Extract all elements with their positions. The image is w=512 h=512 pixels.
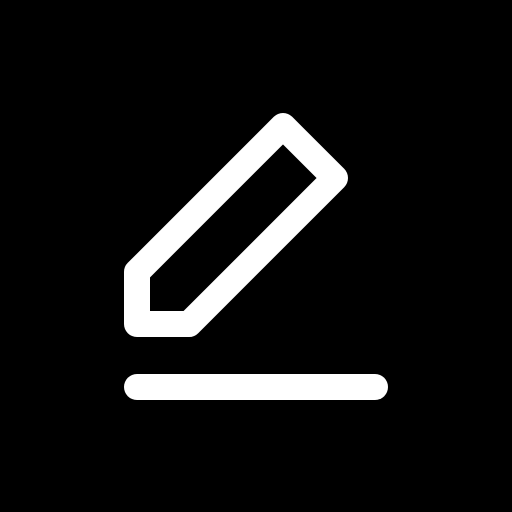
edit-icon-tile: [0, 0, 512, 512]
edit-icon: [0, 0, 512, 512]
